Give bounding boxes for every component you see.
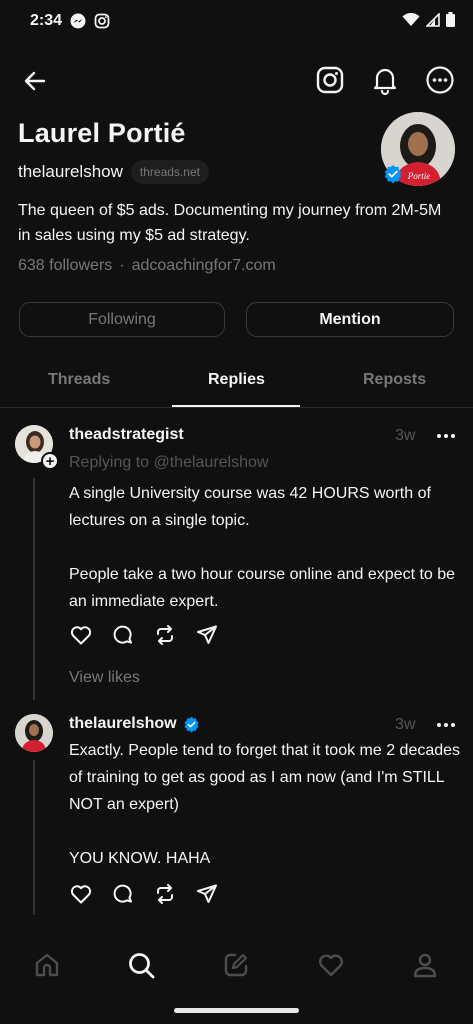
like-icon[interactable] — [69, 623, 93, 647]
status-system-icons — [402, 12, 455, 27]
post-time: 3w — [395, 427, 416, 444]
signal-icon — [426, 12, 440, 27]
instagram-status-icon — [94, 13, 110, 29]
bottom-nav — [0, 935, 473, 995]
avatar-photo — [15, 714, 53, 752]
home-indicator[interactable] — [174, 1008, 299, 1013]
heart-icon — [319, 954, 343, 977]
profile-handle: thelaurelshow — [18, 162, 123, 181]
more-options-button[interactable] — [424, 64, 456, 96]
post-text: A single University course was 42 HOURS … — [69, 480, 464, 615]
status-time: 2:34 — [30, 12, 63, 29]
post-time: 3w — [395, 716, 416, 733]
profile-meta: 638 followers · adcoachingfor7.com — [18, 257, 276, 275]
comment-icon[interactable] — [111, 882, 135, 906]
follow-plus-icon[interactable]: + — [41, 452, 59, 470]
home-icon — [35, 953, 59, 977]
post-actions — [69, 882, 219, 906]
battery-icon — [446, 12, 455, 27]
search-icon — [129, 953, 155, 979]
nav-home[interactable] — [32, 950, 62, 980]
bell-icon — [373, 68, 397, 96]
more-circle-icon — [426, 66, 454, 94]
post-username[interactable]: thelaurelshow — [69, 715, 177, 733]
handle-row: thelaurelshow threads.net — [18, 160, 209, 184]
nav-search[interactable] — [126, 950, 156, 980]
profile-name: Laurel Portié — [18, 118, 186, 148]
profile-link[interactable]: adcoachingfor7.com — [132, 257, 276, 275]
post-actions — [69, 623, 219, 647]
repost-icon[interactable] — [153, 882, 177, 906]
thread-line — [33, 478, 35, 700]
profile-bio: The queen of $5 ads. Documenting my jour… — [18, 202, 442, 244]
view-likes-link[interactable]: View likes — [69, 669, 140, 687]
post-header: thelaurelshow — [69, 715, 200, 733]
post-username[interactable]: theadstrategist — [69, 426, 184, 444]
like-icon[interactable] — [69, 882, 93, 906]
post-more-button[interactable] — [434, 713, 458, 737]
repost-icon[interactable] — [153, 623, 177, 647]
post-avatar[interactable] — [15, 714, 53, 752]
notifications-button[interactable] — [369, 64, 401, 96]
post-paragraph: YOU KNOW. HAHA — [69, 850, 211, 867]
meta-separator: · — [119, 257, 125, 274]
more-horizontal-icon — [437, 723, 455, 727]
post-paragraph: Exactly. People tend to forget that it t… — [69, 742, 461, 813]
following-button[interactable]: Following — [19, 302, 225, 337]
followers-count[interactable]: 638 followers — [18, 257, 112, 275]
verified-badge-icon — [383, 164, 403, 184]
comment-icon[interactable] — [111, 623, 135, 647]
active-tab-indicator — [172, 405, 300, 407]
more-horizontal-icon — [437, 434, 455, 438]
tab-replies[interactable]: Replies — [208, 371, 265, 389]
post-more-button[interactable] — [434, 424, 458, 448]
instagram-icon — [316, 66, 344, 94]
post-paragraph: People take a two hour course online and… — [69, 566, 456, 610]
share-icon[interactable] — [195, 882, 219, 906]
back-button[interactable] — [20, 66, 50, 96]
nav-profile[interactable] — [410, 950, 440, 980]
share-icon[interactable] — [195, 623, 219, 647]
thread-line — [33, 760, 35, 915]
compose-icon — [224, 953, 248, 977]
mention-button[interactable]: Mention — [246, 302, 454, 337]
replying-to[interactable]: Replying to @thelaurelshow — [69, 454, 268, 472]
wifi-icon — [402, 12, 420, 26]
verified-badge-icon — [184, 716, 199, 732]
post-text: Exactly. People tend to forget that it t… — [69, 737, 464, 872]
nav-activity[interactable] — [316, 950, 346, 980]
post-paragraph: A single University course was 42 HOURS … — [69, 485, 431, 529]
instagram-button[interactable] — [314, 64, 346, 96]
tab-reposts[interactable]: Reposts — [363, 371, 426, 389]
status-notification-icons — [70, 13, 110, 29]
arrow-left-icon — [24, 71, 46, 91]
nav-compose[interactable] — [221, 950, 251, 980]
shirt-text: Portie — [407, 171, 431, 181]
messenger-icon — [70, 13, 86, 29]
tab-threads[interactable]: Threads — [48, 371, 110, 389]
profile-icon — [413, 953, 437, 978]
domain-badge[interactable]: threads.net — [130, 160, 209, 184]
profile-tabs: Threads Replies Reposts — [0, 357, 473, 408]
